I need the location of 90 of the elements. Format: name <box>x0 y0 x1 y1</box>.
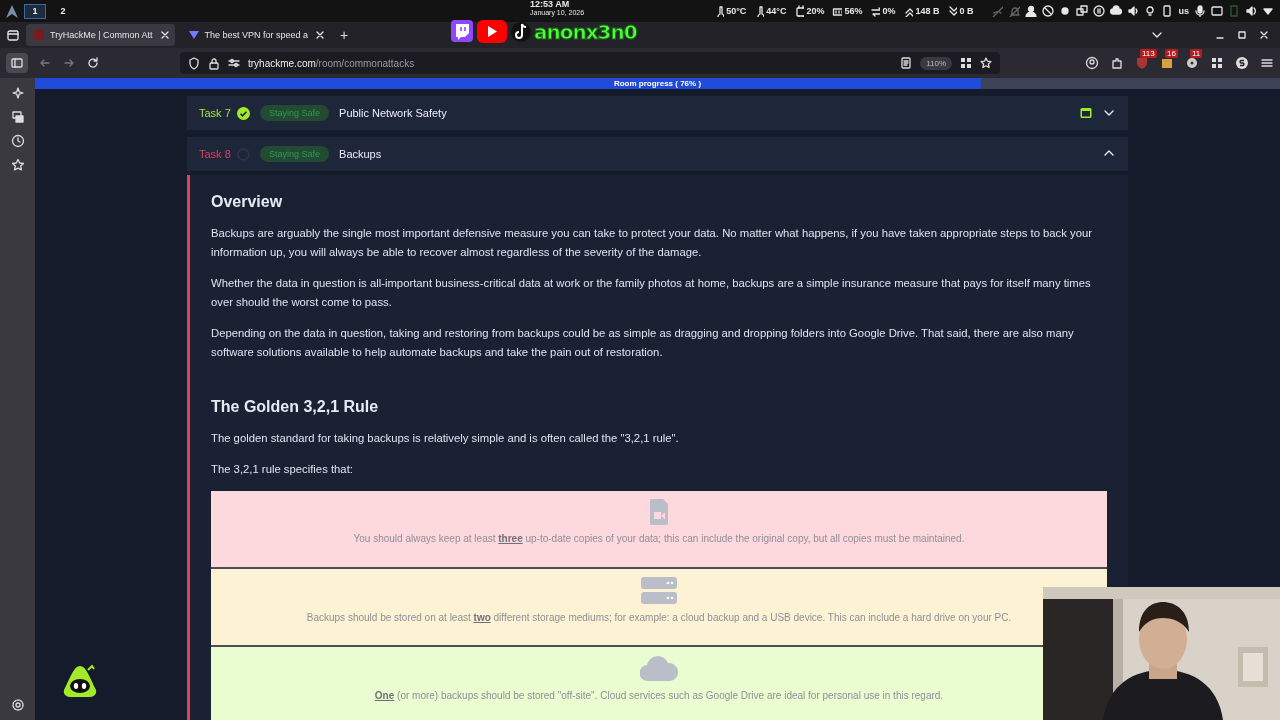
reload-icon[interactable] <box>86 56 100 70</box>
disc-extension-icon[interactable] <box>1185 56 1199 70</box>
task-tag: Staying Safe <box>260 105 330 121</box>
lock-icon <box>208 56 220 70</box>
keyboard-layout: us <box>1178 6 1189 16</box>
new-tab-button[interactable]: + <box>336 27 353 43</box>
task-header[interactable]: Task 8 Staying Safe Backups <box>187 137 1128 171</box>
stat-reading: 0% <box>882 6 896 16</box>
apps-icon[interactable] <box>1210 56 1224 70</box>
stat-reading: 0 B <box>959 6 974 16</box>
tab-list-icon[interactable] <box>6 28 20 42</box>
shield-icon <box>188 56 200 70</box>
task-title: Backups <box>339 148 382 160</box>
close-icon[interactable] <box>1258 29 1270 41</box>
paragraph: The 3,2,1 rule specifies that: <box>211 462 354 477</box>
streamer-handle: anonx3n0 <box>534 21 637 43</box>
record-dot-icon <box>1059 5 1072 17</box>
browser-tab[interactable]: TryHackMe | Common Att <box>26 24 175 46</box>
task-number: Task 7 <box>199 107 231 119</box>
box-extension-icon[interactable] <box>1160 56 1174 70</box>
browser-tab[interactable]: The best VPN for speed a <box>180 24 331 46</box>
close-icon[interactable] <box>314 29 325 41</box>
task-number: Task 8 <box>199 148 231 160</box>
grid-icon[interactable] <box>960 57 972 69</box>
bulb-icon <box>1144 5 1157 17</box>
volume-icon <box>1245 5 1257 17</box>
workspace-button[interactable]: 2 <box>52 3 74 19</box>
battery-icon <box>1228 5 1240 17</box>
reader-view-icon[interactable] <box>900 57 913 69</box>
hooded-mascot-icon[interactable] <box>62 664 98 698</box>
muted-icon <box>991 5 1004 17</box>
task-tag: Staying Safe <box>260 146 330 162</box>
task-title: Public Network Safety <box>339 107 447 119</box>
callout-text: You should always keep at least three up-to-date copies of your data; this can include the original copy, but all copies must be maintained. <box>352 533 966 544</box>
phone-icon <box>1161 5 1174 17</box>
url-text: tryhackme.com/room/commonattacks <box>248 57 415 69</box>
menu-icon[interactable] <box>1260 56 1274 70</box>
section-heading: The Golden 3,2,1 Rule <box>211 398 380 416</box>
microphone-icon <box>1194 5 1206 17</box>
paragraph: Whether the data in question is all-important business-critical data at work or the family photos at home, backups are a simple insurance measure that pays for itself many times over should the worst come to pass. <box>211 276 1092 310</box>
address-bar[interactable]: tryhackme.com/room/commonattacks 110% <box>180 52 1000 74</box>
cpu-icon <box>794 5 805 17</box>
windows-icon <box>1076 5 1089 17</box>
maximize-icon[interactable] <box>1236 29 1248 41</box>
clock-time: 12:53 AM <box>530 0 571 9</box>
stat-reading: 148 B <box>915 6 940 16</box>
star-icon[interactable] <box>10 158 25 172</box>
circle-s-icon[interactable] <box>1235 56 1249 70</box>
play-logo-icon <box>476 19 508 45</box>
paragraph: The golden standard for taking backups is relatively simple and is often called the "3,2,1 rule". <box>211 431 680 446</box>
callout-text: One (or more) backups should be stored "off-site". Cloud services such as Google Drive are ideal for personal use in this regard. <box>373 690 945 701</box>
screen-icon <box>1211 5 1223 17</box>
cloud-icon <box>1110 5 1123 17</box>
user-icon <box>1025 5 1038 17</box>
download-icon <box>947 5 958 17</box>
star-icon[interactable] <box>980 57 992 69</box>
swap-icon <box>870 5 881 17</box>
paragraph: Backups are arguably the single most important defensive measure you can take to protect your data. No matter what happens, if you have taken appropriate steps to back your information up, you will always be able to recover almost regardless of the severity of the damage. <box>211 226 1094 260</box>
cloud-icon <box>640 655 678 682</box>
callout-text: Backups should be stored on at least two different storage mediums; for example: a cloud backup and a USB device. This can include a hard drive on your PC. <box>305 612 1013 623</box>
twitch-logo-icon <box>450 19 474 45</box>
stat-reading: 50°C <box>726 6 747 16</box>
triangle-favicon-icon <box>188 30 199 40</box>
dropdown-icon <box>1262 5 1274 17</box>
favicon-icon <box>34 30 44 40</box>
muted-icon <box>1008 5 1021 17</box>
puzzle-icon[interactable] <box>1110 56 1124 70</box>
zoom-level-button[interactable]: 110% <box>920 56 952 70</box>
workspace-button[interactable]: 1 <box>24 3 46 19</box>
synced-tabs-icon[interactable] <box>10 110 25 124</box>
memory-icon <box>832 5 843 17</box>
stat-reading: 44°C <box>766 6 787 16</box>
extension-badge: 11 <box>1190 49 1203 58</box>
stat-reading: 20% <box>806 6 825 16</box>
section-heading: Overview <box>211 193 284 211</box>
arch-logo-icon[interactable] <box>6 4 18 18</box>
progress-label: Room progress ( 76% ) <box>613 78 702 89</box>
sparkle-icon[interactable] <box>10 86 25 100</box>
paragraph: Depending on the data in question, taking and restoring from backups could be as simple as dragging and dropping folders into Google Drive. That said, there are also many software solutions available to help automate backups and take the pain out of restoration. <box>211 326 1075 360</box>
task-header[interactable]: Task 7 Staying Safe Public Network Safety <box>187 96 1128 130</box>
sliders-icon <box>228 57 240 69</box>
video-file-icon <box>650 499 668 525</box>
speaker-icon <box>1127 5 1140 17</box>
calendar-icon <box>1080 107 1092 119</box>
stat-reading: 56% <box>844 6 863 16</box>
server-icon <box>641 577 677 604</box>
history-icon[interactable] <box>10 134 25 148</box>
extension-badge: 16 <box>1165 49 1178 58</box>
pause-icon <box>1093 5 1106 17</box>
extension-badge: 113 <box>1140 49 1157 58</box>
